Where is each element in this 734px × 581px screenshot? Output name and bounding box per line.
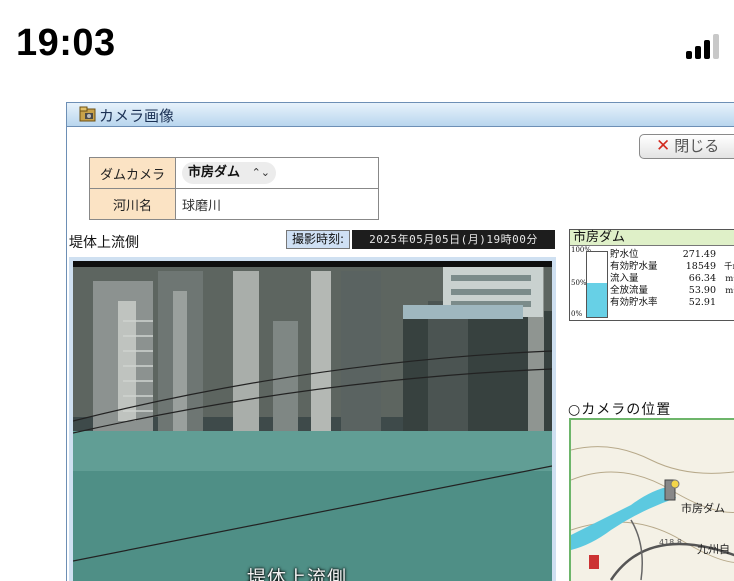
close-button[interactable]: ✕ 閉じる bbox=[639, 134, 734, 159]
stat-row: 全放流量 53.90 m³/s bbox=[610, 285, 734, 297]
signal-icon bbox=[686, 33, 720, 59]
dam-photo bbox=[73, 261, 552, 581]
dam-camera-select[interactable]: 市房ダム ⌃⌄ bbox=[182, 162, 276, 184]
close-button-label: 閉じる bbox=[674, 137, 720, 155]
dam-info-table: ダムカメラ 市房ダム ⌃⌄ 河川名 球磨川 bbox=[89, 157, 379, 220]
shot-time-label: 撮影時刻: bbox=[286, 230, 350, 249]
map-label-dam: 市房ダム bbox=[681, 502, 725, 515]
gauge-tick-50: 50% bbox=[571, 279, 587, 287]
gauge-tick-0: 0% bbox=[571, 310, 583, 318]
stat-value: 66.34 bbox=[688, 273, 716, 284]
camera-location-map[interactable]: 市房ダム 九州自 418.8 bbox=[569, 418, 734, 581]
stat-unit: m³/s bbox=[725, 286, 734, 296]
window-titlebar: カメラ画像 bbox=[67, 103, 734, 127]
stat-name: 貯水位 bbox=[610, 249, 639, 260]
stat-row: 有効貯水量 18549 千m³ bbox=[610, 261, 734, 273]
info-row-dam-camera: ダムカメラ 市房ダム ⌃⌄ bbox=[89, 157, 379, 189]
stat-value: 53.90 bbox=[688, 285, 716, 296]
info-key: 河川名 bbox=[89, 188, 176, 220]
stat-name: 有効貯水量 bbox=[610, 261, 658, 272]
dam-panel-title: 市房ダム bbox=[570, 230, 734, 246]
status-time: 19:03 bbox=[16, 22, 116, 64]
camera-view-label: 堤体上流側 bbox=[69, 235, 139, 251]
stat-unit: m bbox=[716, 249, 734, 261]
stat-row: 貯水位 271.49m bbox=[610, 249, 734, 261]
close-x-icon: ✕ bbox=[656, 136, 671, 156]
shot-time: 2025年05月05日(月)19時00分 bbox=[352, 230, 555, 249]
stat-value: 52.91 bbox=[688, 297, 716, 308]
map-label-expressway: 九州自 bbox=[697, 543, 730, 556]
dam-stats: 貯水位 271.49m 有効貯水量 18549 千m³ 流入量 66.34 m³/s 全放… bbox=[610, 249, 734, 309]
dam-status-panel: 市房ダム 100% 50% 0% 貯水位 271.49m 有効貯水量 18549 千m… bbox=[569, 229, 734, 321]
gauge-fill bbox=[587, 282, 607, 317]
stat-unit: 千m³ bbox=[724, 262, 734, 272]
stat-name: 有効貯水率 bbox=[610, 297, 658, 308]
stat-unit: m³/s bbox=[725, 274, 734, 284]
storage-gauge: 100% 50% 0% bbox=[570, 247, 608, 320]
info-key: ダムカメラ bbox=[89, 157, 176, 189]
gauge-bar bbox=[586, 251, 608, 318]
stat-value: 271.49 bbox=[682, 249, 716, 260]
dam-camera-selected: 市房ダム bbox=[188, 165, 241, 180]
info-row-river: 河川名 球磨川 bbox=[89, 188, 379, 220]
stat-row: 有効貯水率 52.91% bbox=[610, 297, 734, 309]
dam-camera-cell: 市房ダム ⌃⌄ bbox=[175, 157, 379, 189]
map-label-elevation: 418.8 bbox=[659, 538, 682, 547]
stat-unit: % bbox=[716, 297, 734, 309]
stat-name: 流入量 bbox=[610, 273, 639, 284]
camera-location-title: ○カメラの位置 bbox=[568, 402, 672, 418]
camera-image: 堤体上流側 bbox=[69, 257, 556, 581]
camera-window: カメラ画像 ✕ 閉じる ダムカメラ 市房ダム ⌃⌄ 河川名 球磨川 堤体上流側 撮影… bbox=[66, 102, 734, 581]
camera-folder-icon bbox=[79, 106, 96, 122]
chevron-updown-icon: ⌃⌄ bbox=[251, 166, 270, 179]
camera-caption: 堤体上流側 bbox=[247, 567, 348, 581]
stat-name: 全放流量 bbox=[610, 285, 649, 296]
window-title: カメラ画像 bbox=[99, 107, 175, 125]
stat-row: 流入量 66.34 m³/s bbox=[610, 273, 734, 285]
stat-value: 18549 bbox=[685, 261, 716, 272]
river-name: 球磨川 bbox=[175, 188, 379, 220]
